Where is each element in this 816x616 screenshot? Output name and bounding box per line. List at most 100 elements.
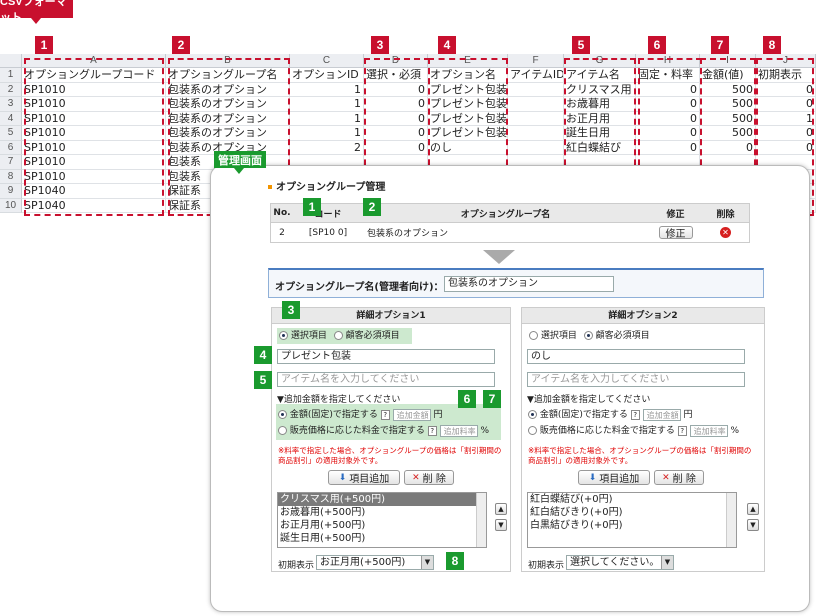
detail2-help-icon-2[interactable]: ? bbox=[677, 426, 687, 436]
detail1-x-icon: ✕ bbox=[412, 472, 420, 483]
data-cell: 1 bbox=[290, 126, 364, 141]
listbox-item[interactable]: お正月用(+500円) bbox=[278, 519, 486, 532]
detail1-rate-label: 販売価格に応じた料金で指定する bbox=[289, 426, 425, 436]
listbox-item[interactable]: 紅白結びきり(+0円) bbox=[528, 506, 736, 519]
data-cell: 1 bbox=[290, 97, 364, 112]
detail1-fixed-radio[interactable] bbox=[278, 410, 287, 419]
detail1-option-name-input[interactable]: プレゼント包装 bbox=[277, 349, 495, 364]
detail2-scrollbar[interactable] bbox=[726, 493, 736, 547]
data-cell: 1 bbox=[290, 111, 364, 126]
detail1-rate-input[interactable]: 追加料率 bbox=[439, 424, 478, 437]
detail2-amount-area: 金額(固定)で指定する ? 追加金額 円 販売価格に応じた料金で指定する ? 追… bbox=[526, 404, 754, 440]
detail1-download-icon: ⬇ bbox=[338, 472, 347, 483]
detail2-option-name-input[interactable]: のし bbox=[527, 349, 745, 364]
header-cell: アイテムID bbox=[508, 68, 564, 83]
detail2-move-down-button[interactable]: ▼ bbox=[747, 519, 759, 531]
detail2-yen-unit: 円 bbox=[683, 410, 693, 420]
header-cell: オプションID bbox=[290, 68, 364, 83]
delete-icon[interactable]: ✕ bbox=[720, 227, 731, 238]
td-code: [SP10 0] bbox=[308, 227, 348, 238]
detail2-panel: 詳細オプション2 選択項目 顧客必須項目 のし アイテム名を入力してください ▼… bbox=[521, 307, 765, 572]
detail1-fixed-label: 金額(固定)で指定する bbox=[289, 410, 378, 420]
row-number: 8 bbox=[0, 169, 22, 184]
th-edit: 修正 bbox=[666, 209, 685, 220]
detail1-radio1-label: 選択項目 bbox=[290, 331, 327, 341]
column-highlight-1 bbox=[24, 58, 164, 216]
detail1-help-icon[interactable]: ? bbox=[380, 410, 390, 420]
detail2-rate-radio[interactable] bbox=[528, 426, 537, 435]
detail2-fixed-label: 金額(固定)で指定する bbox=[539, 410, 628, 420]
orange-bullet-icon bbox=[268, 185, 272, 189]
column-badge-2: 2 bbox=[172, 36, 190, 54]
detail2-add-item-button[interactable]: ⬇ 項目追加 bbox=[578, 470, 650, 485]
detail2-item-listbox[interactable]: 紅白蝶結び(+0円) 紅白結びきり(+0円) 白黒結びきり(+0円) bbox=[527, 492, 737, 548]
row-number: 4 bbox=[0, 111, 22, 126]
csv-tag-pointer bbox=[31, 18, 41, 24]
csv-format-tag: CSVフォーマット bbox=[0, 0, 73, 24]
table-row: 2 [SP10 0] 包装系のオプション 修正 ✕ bbox=[271, 223, 749, 242]
admin-badge-4: 4 bbox=[254, 346, 272, 364]
detail2-help-icon[interactable]: ? bbox=[630, 410, 640, 420]
detail1-pct-unit: % bbox=[480, 426, 490, 436]
detail1-radio-row: 選択項目 顧客必須項目 bbox=[277, 328, 412, 344]
detail2-pct-unit: % bbox=[730, 426, 740, 436]
edit-button[interactable]: 修正 bbox=[658, 226, 693, 240]
detail1-panel: 詳細オプション1 選択項目 顧客必須項目 プレゼント包装 アイテム名を入力してく… bbox=[271, 307, 511, 572]
detail2-required-radio[interactable] bbox=[583, 331, 593, 340]
detail1-move-up-button[interactable]: ▲ bbox=[495, 503, 507, 515]
detail2-amount-input[interactable]: 追加金額 bbox=[642, 408, 681, 421]
admin-badge-2: 2 bbox=[363, 198, 381, 216]
chevron-down-icon: ▼ bbox=[661, 556, 673, 569]
detail1-select-radio[interactable] bbox=[279, 331, 288, 340]
detail1-yen-unit: 円 bbox=[433, 410, 443, 420]
admin-badge-3: 3 bbox=[282, 301, 300, 319]
down-arrow-icon bbox=[483, 250, 515, 264]
detail2-download-icon: ⬇ bbox=[588, 472, 597, 483]
data-cell bbox=[508, 82, 564, 97]
section-title: オプショングループ管理 bbox=[268, 178, 385, 193]
listbox-item[interactable]: クリスマス用(+500円) bbox=[278, 493, 486, 506]
listbox-item[interactable]: 誕生日用(+500円) bbox=[278, 532, 486, 545]
detail2-select-radio[interactable] bbox=[529, 331, 538, 340]
detail2-note: ※料率で指定した場合、オプショングループの価格は「割引期間の商品割引」の適用対象… bbox=[528, 446, 752, 465]
detail1-move-down-button[interactable]: ▼ bbox=[495, 519, 507, 531]
column-badge-8: 8 bbox=[763, 36, 781, 54]
column-badge-5: 5 bbox=[572, 36, 590, 54]
listbox-item[interactable]: 白黒結びきり(+0円) bbox=[528, 519, 736, 532]
data-cell: 2 bbox=[290, 140, 364, 155]
detail1-initial-select[interactable]: お正月用(+500円) ▼ bbox=[316, 555, 434, 570]
detail2-rate-input[interactable]: 追加料率 bbox=[689, 424, 728, 437]
detail1-delete-button[interactable]: ✕ 削 除 bbox=[404, 470, 454, 485]
column-badge-6: 6 bbox=[648, 36, 666, 54]
th-name: オプショングループ名 bbox=[460, 209, 551, 220]
detail1-item-listbox[interactable]: クリスマス用(+500円) お歳暮用(+500円) お正月用(+500円) 誕生日用(… bbox=[277, 492, 487, 548]
column-badge-1: 1 bbox=[35, 36, 53, 54]
detail1-add-item-button[interactable]: ⬇ 項目追加 bbox=[328, 470, 400, 485]
detail2-initial-select[interactable]: 選択してください。 ▼ bbox=[566, 555, 674, 570]
listbox-item[interactable]: 紅白蝶結び(+0円) bbox=[528, 493, 736, 506]
data-cell bbox=[508, 111, 564, 126]
detail2-fixed-radio[interactable] bbox=[528, 410, 537, 419]
detail2-move-up-button[interactable]: ▲ bbox=[747, 503, 759, 515]
column-badge-3: 3 bbox=[371, 36, 389, 54]
detail1-amount-input[interactable]: 追加金額 bbox=[392, 408, 431, 421]
detail2-radio1-label: 選択項目 bbox=[540, 331, 577, 341]
col-letter-F: F bbox=[508, 54, 564, 68]
admin-badge-1: 1 bbox=[303, 198, 321, 216]
sheet-corner bbox=[0, 54, 22, 68]
detail2-item-name-input[interactable]: アイテム名を入力してください bbox=[527, 372, 745, 387]
group-name-input[interactable]: 包装系のオプション bbox=[444, 276, 614, 292]
row-number: 2 bbox=[0, 82, 22, 97]
detail1-item-name-input[interactable]: アイテム名を入力してください bbox=[277, 372, 495, 387]
detail1-help-icon-2[interactable]: ? bbox=[427, 426, 437, 436]
admin-badge-7: 7 bbox=[483, 390, 501, 408]
row-number: 7 bbox=[0, 155, 22, 170]
column-badge-7: 7 bbox=[711, 36, 729, 54]
listbox-item[interactable]: お歳暮用(+500円) bbox=[278, 506, 486, 519]
detail2-delete-button[interactable]: ✕ 削 除 bbox=[654, 470, 704, 485]
detail1-scrollbar[interactable] bbox=[476, 493, 486, 547]
detail1-rate-radio[interactable] bbox=[278, 426, 287, 435]
row-number: 1 bbox=[0, 68, 22, 83]
group-table: No. コード オプショングループ名 修正 削除 2 [SP10 0] 包装系の… bbox=[270, 203, 750, 243]
detail1-required-radio[interactable] bbox=[333, 331, 343, 340]
